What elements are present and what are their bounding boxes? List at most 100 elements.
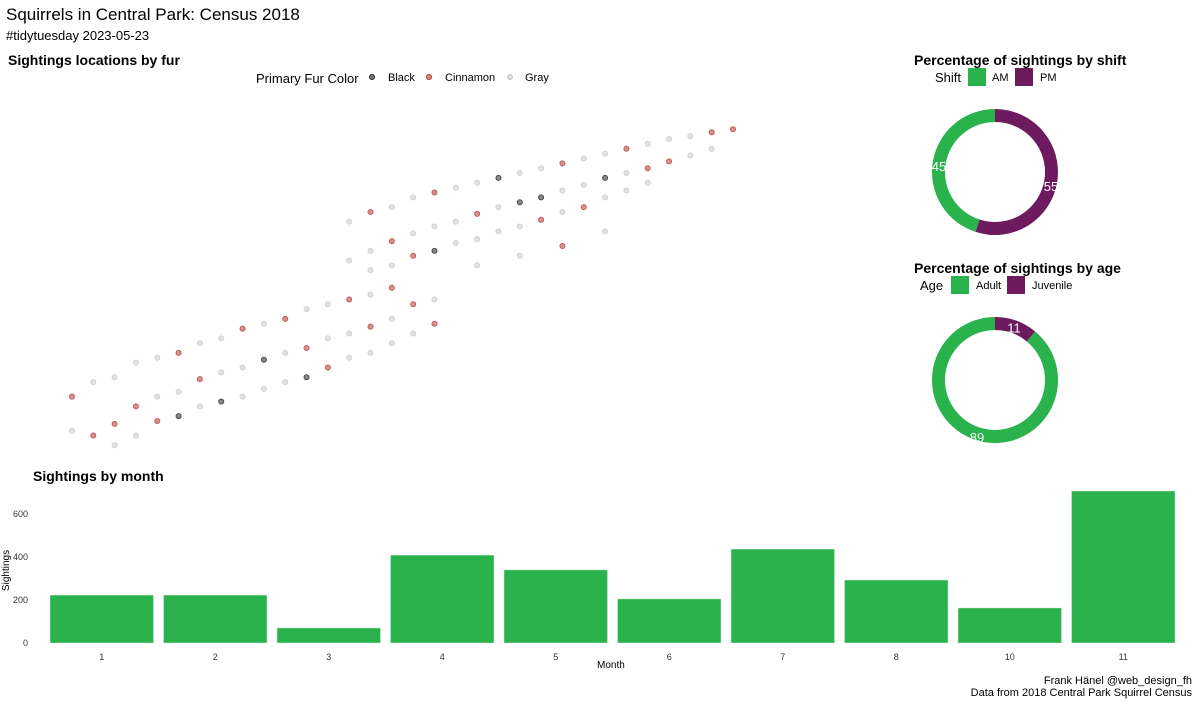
point-gray [132, 432, 139, 439]
point-gray [111, 442, 118, 449]
x-tick-label: 6 [667, 652, 672, 662]
point-black [602, 174, 609, 181]
point-gray [132, 359, 139, 366]
point-cinnamon [282, 315, 289, 322]
point-black [303, 374, 310, 381]
bar-month-7 [730, 548, 835, 644]
point-gray [495, 204, 502, 211]
point-black [431, 247, 438, 254]
point-cinnamon [474, 210, 481, 217]
point-black [538, 194, 545, 201]
point-gray [260, 320, 267, 327]
point-cinnamon [388, 238, 395, 245]
x-tick-label: 3 [326, 652, 331, 662]
bar-month-5 [503, 569, 608, 644]
x-tick-label: 11 [1119, 652, 1128, 662]
point-cinnamon [644, 165, 651, 172]
point-gray [239, 364, 246, 371]
x-tick-label: 10 [1005, 652, 1015, 662]
point-gray [410, 194, 417, 201]
point-gray [708, 145, 715, 152]
point-cinnamon [431, 320, 438, 327]
bar-month-2 [163, 594, 268, 644]
point-gray [260, 385, 267, 392]
figure: Squirrels in Central Park: Census 2018 #… [0, 0, 1200, 705]
x-tick-label: 8 [894, 652, 899, 662]
point-gray [602, 228, 609, 235]
point-gray [346, 330, 353, 337]
bar-month-10 [957, 607, 1062, 644]
point-gray [559, 187, 566, 194]
point-gray [282, 379, 289, 386]
point-gray [410, 330, 417, 337]
point-gray [282, 349, 289, 356]
bar-month-1 [49, 594, 154, 644]
x-tick-label: 7 [780, 652, 785, 662]
point-cinnamon [538, 216, 545, 223]
age-legend-key-adult [951, 276, 969, 294]
point-cinnamon [90, 432, 97, 439]
point-gray [111, 374, 118, 381]
point-gray [68, 427, 75, 434]
point-black [260, 356, 267, 363]
point-gray [218, 369, 225, 376]
bar-month-8 [844, 579, 949, 644]
point-cinnamon [559, 242, 566, 249]
point-gray [431, 296, 438, 303]
point-black [516, 199, 523, 206]
point-black [175, 413, 182, 420]
legend-key-gray [507, 74, 513, 80]
point-gray [666, 136, 673, 143]
point-black [495, 174, 502, 181]
point-gray [538, 165, 545, 172]
shift-label-am: 45 [932, 159, 946, 174]
point-gray [324, 335, 331, 342]
point-gray [452, 240, 459, 247]
point-gray [602, 194, 609, 201]
point-gray [474, 262, 481, 269]
point-gray [623, 187, 630, 194]
point-gray [303, 306, 310, 313]
age-label-juvenile: 11 [1007, 320, 1021, 335]
point-cinnamon [410, 301, 417, 308]
point-cinnamon [580, 204, 587, 211]
legend-key-cinnamon [426, 74, 432, 80]
point-cinnamon [346, 296, 353, 303]
point-gray [431, 223, 438, 230]
point-cinnamon [111, 420, 118, 427]
shift-legend-key-am [968, 68, 986, 86]
point-gray [687, 152, 694, 159]
x-tick-label: 2 [213, 652, 218, 662]
point-gray [154, 354, 161, 361]
point-cinnamon [623, 145, 630, 152]
point-gray [474, 236, 481, 243]
shift-legend-key-pm [1015, 68, 1033, 86]
point-gray [154, 393, 161, 400]
point-cinnamon [154, 417, 161, 424]
point-gray [346, 354, 353, 361]
point-gray [516, 252, 523, 259]
point-gray [410, 230, 417, 237]
point-gray [580, 155, 587, 162]
point-cinnamon [324, 364, 331, 371]
bar-month-3 [276, 627, 381, 644]
shift-slice-pm [975, 109, 1058, 235]
point-cinnamon [410, 252, 417, 259]
point-gray [452, 184, 459, 191]
point-cinnamon [239, 325, 246, 332]
legend-key-black [369, 74, 375, 80]
bar-month-11 [1071, 490, 1176, 644]
point-cinnamon [559, 160, 566, 167]
point-gray [687, 133, 694, 140]
point-gray [474, 179, 481, 186]
point-cinnamon [175, 349, 182, 356]
point-gray [495, 228, 502, 235]
point-cinnamon [367, 323, 374, 330]
age-legend-key-juvenile [1007, 276, 1025, 294]
point-gray [452, 218, 459, 225]
point-gray [346, 257, 353, 264]
point-gray [388, 204, 395, 211]
point-gray [196, 403, 203, 410]
point-gray [644, 179, 651, 186]
bar-month-6 [617, 598, 722, 644]
